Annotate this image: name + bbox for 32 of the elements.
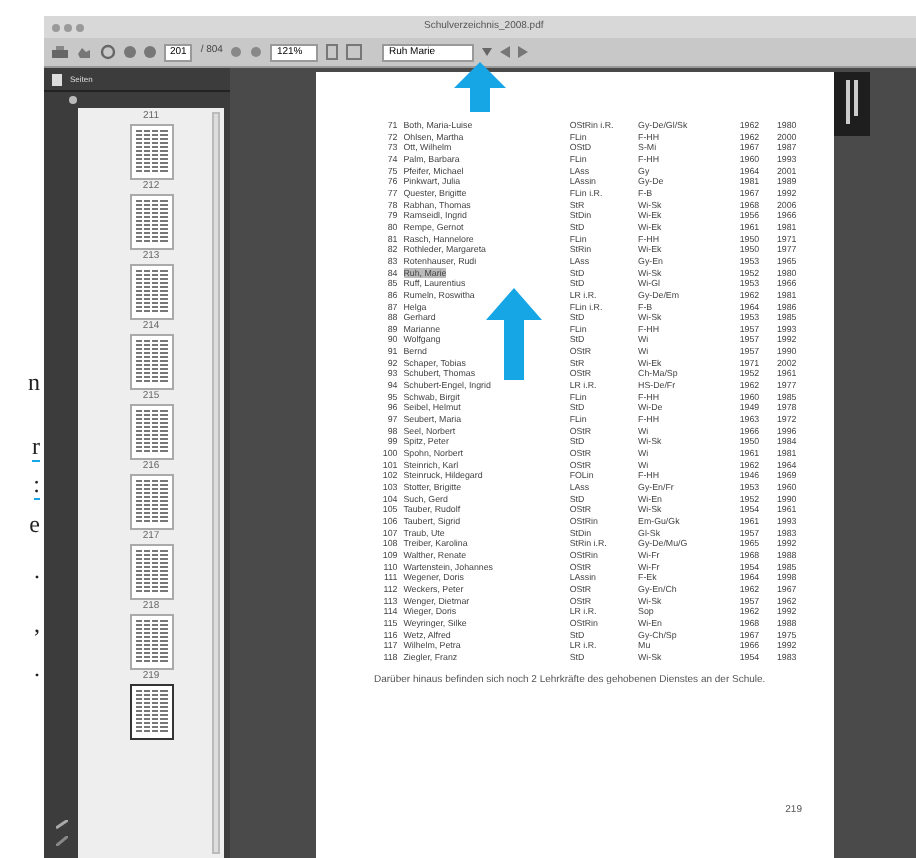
single-page-icon[interactable] bbox=[326, 44, 339, 60]
margin-text: . bbox=[34, 558, 40, 584]
page-thumbnail[interactable] bbox=[129, 404, 173, 460]
margin-text: n bbox=[28, 370, 40, 396]
two-page-icon[interactable] bbox=[346, 44, 363, 60]
side-tab-icon bbox=[834, 72, 870, 136]
page-thumbnail[interactable] bbox=[129, 474, 173, 530]
arrow-icon bbox=[454, 62, 506, 112]
page-thumbnail[interactable] bbox=[129, 684, 173, 740]
scroll-bar[interactable] bbox=[212, 112, 220, 854]
page-thumbnail[interactable] bbox=[129, 544, 173, 600]
page-thumbnail[interactable] bbox=[129, 124, 173, 180]
pen-icon[interactable] bbox=[56, 836, 68, 846]
arrow-icon bbox=[486, 288, 542, 380]
close-icon[interactable] bbox=[52, 23, 60, 31]
print-icon[interactable] bbox=[52, 45, 68, 59]
margin-text: . bbox=[34, 656, 40, 682]
page-thumbnail[interactable] bbox=[129, 194, 173, 250]
page-thumbnail[interactable] bbox=[129, 614, 173, 670]
page-thumbnail[interactable] bbox=[129, 334, 173, 390]
attachment-icon[interactable] bbox=[56, 820, 68, 830]
margin-text: r bbox=[32, 434, 40, 462]
page-thumbnail[interactable] bbox=[129, 264, 173, 320]
minimize-icon[interactable] bbox=[64, 23, 72, 31]
zoom-icon[interactable] bbox=[76, 23, 84, 31]
pages-icon bbox=[52, 73, 62, 85]
previous-result-icon[interactable] bbox=[500, 46, 511, 58]
margin-text: , bbox=[34, 612, 40, 638]
next-result-icon[interactable] bbox=[518, 46, 529, 58]
margin-text: e bbox=[29, 512, 40, 538]
caret-icon[interactable] bbox=[482, 48, 493, 56]
margin-text: : bbox=[33, 472, 40, 500]
